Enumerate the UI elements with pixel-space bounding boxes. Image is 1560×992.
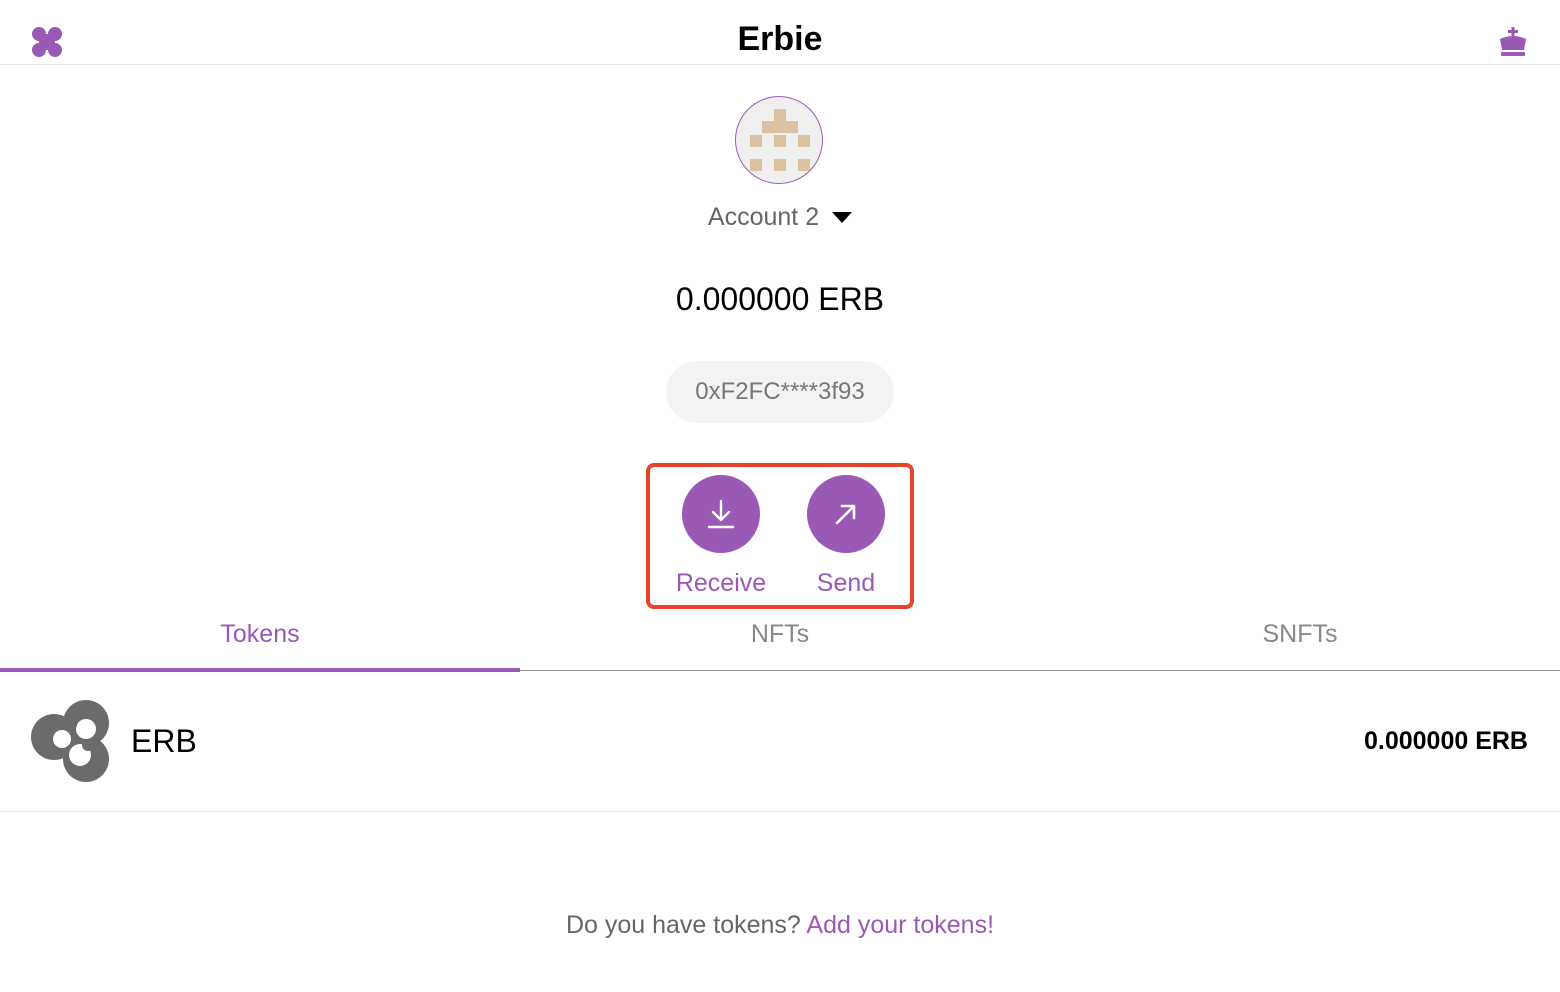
app-header: Erbie (0, 0, 1560, 65)
token-balance: 0.000000 ERB (1363, 727, 1528, 755)
receive-button[interactable]: Receive (656, 475, 786, 599)
receive-label: Receive (675, 569, 767, 597)
account-balance: 0.000000 ERB (675, 281, 885, 317)
erb-logo-icon (31, 700, 109, 782)
crown-icon[interactable] (1497, 27, 1529, 59)
tab-nfts[interactable]: NFTs (520, 600, 1040, 670)
tab-snfts[interactable]: SNFTs (1040, 600, 1560, 670)
account-selector[interactable]: Account 2 (0, 200, 1560, 234)
caret-down-icon (832, 212, 853, 224)
download-icon (707, 499, 735, 529)
receive-circle[interactable] (682, 475, 760, 553)
token-row[interactable]: ERB 0.000000 ERB (0, 671, 1560, 812)
add-tokens-prompt: Do you have tokens? Add your tokens! (0, 908, 1560, 942)
account-name: Account 2 (707, 203, 820, 231)
add-tokens-question: Do you have tokens? (565, 911, 801, 939)
arrow-up-right-icon (835, 504, 856, 525)
token-symbol: ERB (131, 723, 197, 759)
account-avatar[interactable] (735, 96, 823, 184)
send-circle[interactable] (807, 475, 885, 553)
app-title: Erbie (737, 20, 823, 58)
identicon-icon (750, 109, 810, 171)
asset-tabs: Tokens NFTs SNFTs (0, 600, 1560, 672)
add-tokens-link[interactable]: Add your tokens! (806, 911, 994, 939)
send-label: Send (816, 569, 876, 597)
address-copy-button[interactable]: 0xF2FC****3f93 (666, 361, 894, 423)
send-button[interactable]: Send (781, 475, 911, 599)
tab-tokens[interactable]: Tokens (0, 600, 520, 672)
